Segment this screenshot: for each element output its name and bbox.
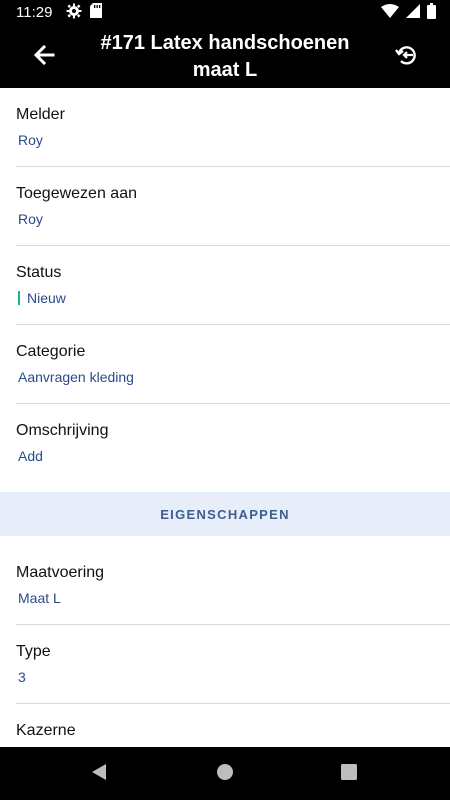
history-button[interactable] [390,42,422,72]
page-title: #171 Latex handschoenen maat L [100,32,350,81]
status-right-icons [381,2,436,24]
field-label: Categorie [16,343,86,360]
field-toegewezen-aan[interactable]: Toegewezen aan Roy [16,167,450,246]
wifi-icon [381,3,399,23]
back-button[interactable] [28,42,60,72]
field-label: Maatvoering [16,564,105,581]
field-melder[interactable]: Melder Roy [16,88,450,167]
sd-card-icon [90,3,102,23]
app-bar: #171 Latex handschoenen maat L [0,26,450,88]
signal-icon [406,3,420,23]
field-status[interactable]: Status Nieuw [16,246,450,325]
field-omschrijving[interactable]: Omschrijving Add [16,404,450,482]
nav-back-button[interactable] [86,761,112,787]
field-kazerne[interactable]: Kazerne [16,704,450,747]
field-value: Roy [18,211,43,227]
add-description-link[interactable]: Add [18,448,43,464]
arrow-left-icon [33,44,55,70]
detail-content: Melder Roy Toegewezen aan Roy Status Nie… [0,88,450,747]
field-label: Type [16,643,51,660]
home-circle-icon [216,763,234,786]
nav-home-button[interactable] [212,761,238,787]
field-categorie[interactable]: Categorie Aanvragen kleding [16,325,450,404]
field-value: 3 [18,669,26,685]
field-label: Status [16,264,62,281]
status-time: 11:29 [16,4,53,21]
field-value-wrapper: Nieuw [18,290,66,306]
field-type[interactable]: Type 3 [16,625,450,704]
history-icon [395,44,417,71]
recents-square-icon [341,763,357,785]
field-value: Maat L [18,590,61,606]
field-maatvoering[interactable]: Maatvoering Maat L [16,546,450,625]
status-value: Nieuw [27,290,66,306]
field-label: Melder [16,106,65,123]
battery-icon [427,2,436,24]
field-label: Toegewezen aan [16,185,137,202]
status-left-icons [66,3,102,24]
status-indicator [18,291,20,305]
back-triangle-icon [90,763,108,786]
system-nav-bar [0,747,450,800]
field-value: Roy [18,132,43,148]
field-label: Kazerne [16,722,76,739]
nav-recents-button[interactable] [336,761,362,787]
field-label: Omschrijving [16,422,109,439]
status-bar: 11:29 [0,0,450,26]
gear-icon [66,3,82,24]
field-value: Aanvragen kleding [18,369,134,385]
section-header-eigenschappen: EIGENSCHAPPEN [0,492,450,536]
